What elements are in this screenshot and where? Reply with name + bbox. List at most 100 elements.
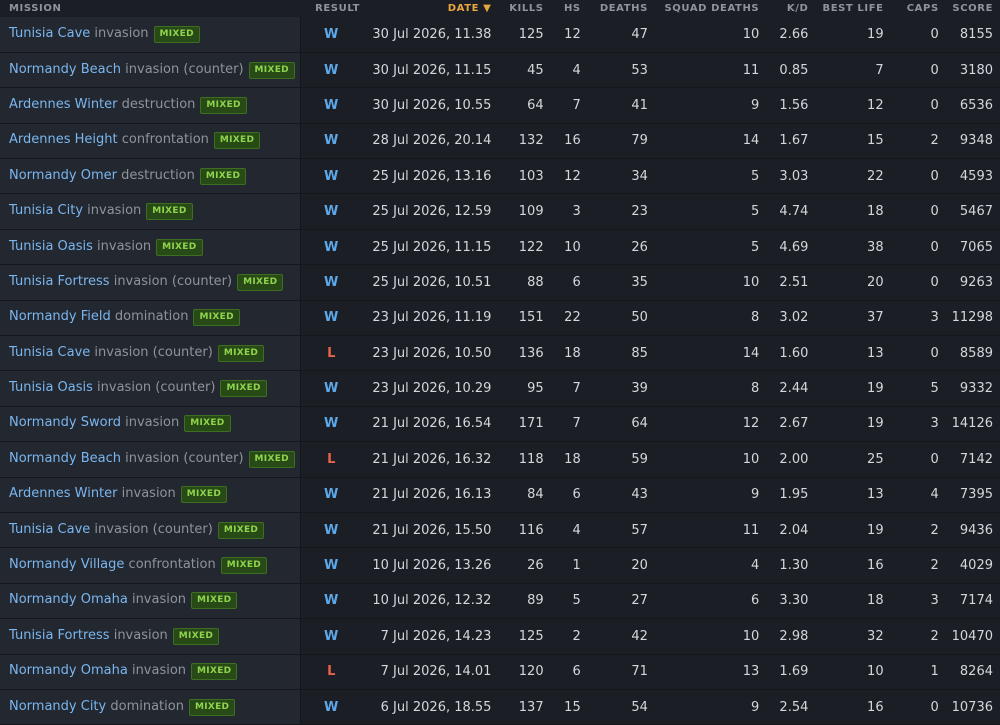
headshots-cell: 16 <box>543 123 581 160</box>
map-name-link[interactable]: Tunisia Fortress <box>9 628 110 643</box>
mission-cell: Normandy Omaha invasion MIXED <box>0 654 302 690</box>
kills-cell: 125 <box>491 17 544 53</box>
map-name-link[interactable]: Tunisia Oasis <box>9 239 93 254</box>
table-row[interactable]: Ardennes Winter destruction MIXED W 30 Jul … <box>0 87 1000 124</box>
score-cell: 10470 <box>938 618 1000 655</box>
column-header-hs[interactable]: HS <box>543 0 581 17</box>
map-name-link[interactable]: Normandy Sword <box>9 415 121 430</box>
column-header-kills[interactable]: KILLS <box>491 0 544 17</box>
column-header-best-life[interactable]: BEST LIFE <box>808 0 884 17</box>
column-header-squad-deaths[interactable]: SQUAD DEATHS <box>647 0 760 17</box>
mixed-badge: MIXED <box>220 557 268 575</box>
table-row[interactable]: Tunisia Cave invasion (counter) MIXED L 23 … <box>0 335 1000 372</box>
map-name-link[interactable]: Normandy Village <box>9 557 124 572</box>
table-header: MISSION RESULT DATE ▼ KILLS HS DEATHS SQ… <box>0 0 1000 17</box>
kills-cell: 116 <box>491 512 544 549</box>
mixed-badge: MIXED <box>217 521 265 539</box>
squad-deaths-cell: 11 <box>647 512 760 549</box>
mixed-badge: MIXED <box>200 96 247 114</box>
kills-cell: 45 <box>491 52 544 89</box>
kills-cell: 136 <box>491 335 544 372</box>
squad-deaths-cell: 10 <box>647 264 760 301</box>
result-cell: W <box>300 370 362 407</box>
kd-ratio-cell: 1.60 <box>759 335 809 372</box>
kills-cell: 120 <box>491 654 544 690</box>
kills-cell: 84 <box>491 477 544 513</box>
table-row[interactable]: Normandy Beach invasion (counter) MIXED W 3… <box>0 52 1000 89</box>
game-mode-label: domination <box>114 309 189 325</box>
headshots-cell: 12 <box>543 17 581 53</box>
map-name-link[interactable]: Normandy Omaha <box>9 592 128 607</box>
mission-cell: Tunisia Fortress invasion MIXED <box>0 618 302 655</box>
column-header-mission[interactable]: MISSION <box>0 0 301 17</box>
kd-ratio-cell: 0.85 <box>759 52 809 89</box>
table-row[interactable]: Normandy Omaha invasion MIXED L 7 Jul 2026,… <box>0 654 1000 690</box>
map-name-link[interactable]: Tunisia Cave <box>9 26 90 41</box>
kills-cell: 151 <box>491 300 544 337</box>
deaths-cell: 59 <box>580 441 648 478</box>
score-cell: 14126 <box>938 406 1000 443</box>
table-row[interactable]: Ardennes Height confrontation MIXED W 28 Ju… <box>0 123 1000 160</box>
map-name-link[interactable]: Tunisia City <box>9 203 83 218</box>
column-header-deaths[interactable]: DEATHS <box>580 0 648 17</box>
sort-descending-icon: ▼ <box>483 3 492 14</box>
mixed-badge: MIXED <box>248 61 295 79</box>
map-name-link[interactable]: Ardennes Height <box>9 132 118 147</box>
squad-deaths-cell: 8 <box>647 300 760 337</box>
deaths-cell: 42 <box>580 618 648 655</box>
kills-cell: 103 <box>491 158 544 195</box>
date-cell: 30 Jul 2026, 11.15 <box>361 52 492 89</box>
map-name-link[interactable]: Normandy City <box>9 699 106 714</box>
table-row[interactable]: Normandy Field domination MIXED W 23 Jul 20… <box>0 300 1000 337</box>
column-header-kd[interactable]: K/D <box>759 0 809 17</box>
map-name-link[interactable]: Normandy Beach <box>9 62 121 77</box>
caps-cell: 2 <box>883 547 939 584</box>
map-name-link[interactable]: Tunisia Oasis <box>9 380 93 395</box>
table-row[interactable]: Tunisia Fortress invasion MIXED W 7 Jul 202… <box>0 618 1000 655</box>
map-name-link[interactable]: Normandy Omer <box>9 168 117 183</box>
map-name-link[interactable]: Normandy Field <box>9 309 111 324</box>
squad-deaths-cell: 9 <box>647 477 760 513</box>
map-name-link[interactable]: Ardennes Winter <box>9 97 118 112</box>
column-header-score[interactable]: SCORE <box>938 0 1000 17</box>
table-row[interactable]: Tunisia City invasion MIXED W 25 Jul 2026, … <box>0 193 1000 230</box>
game-mode-label: invasion (counter) <box>113 273 233 289</box>
mission-cell: Normandy Village confrontation MIXED <box>0 547 302 584</box>
table-body: Tunisia Cave invasion MIXED W 30 Jul 2026, … <box>0 17 1000 725</box>
table-row[interactable]: Tunisia Oasis invasion (counter) MIXED W 23… <box>0 370 1000 407</box>
deaths-cell: 79 <box>580 123 648 160</box>
table-row[interactable]: Normandy City domination MIXED W 6 Jul 2026… <box>0 689 1000 725</box>
map-name-link[interactable]: Normandy Omaha <box>9 663 128 678</box>
table-row[interactable]: Normandy Sword invasion MIXED W 21 Jul 2026… <box>0 406 1000 443</box>
result-cell: W <box>300 87 362 124</box>
table-row[interactable]: Normandy Village confrontation MIXED W 10 J… <box>0 547 1000 584</box>
mission-cell: Tunisia Cave invasion (counter) MIXED <box>0 512 302 549</box>
column-header-date[interactable]: DATE ▼ <box>361 0 492 17</box>
table-row[interactable]: Normandy Beach invasion (counter) MIXED L 2… <box>0 441 1000 478</box>
map-name-link[interactable]: Ardennes Winter <box>9 486 118 501</box>
table-row[interactable]: Normandy Omaha invasion MIXED W 10 Jul 2026… <box>0 583 1000 620</box>
map-name-link[interactable]: Tunisia Fortress <box>9 274 110 289</box>
column-header-result[interactable]: RESULT <box>300 0 362 17</box>
map-name-link[interactable]: Tunisia Cave <box>9 522 90 537</box>
table-row[interactable]: Tunisia Cave invasion MIXED W 30 Jul 2026, … <box>0 17 1000 53</box>
headshots-cell: 6 <box>543 477 581 513</box>
table-row[interactable]: Ardennes Winter invasion MIXED W 21 Jul 202… <box>0 477 1000 513</box>
best-life-cell: 22 <box>808 158 884 195</box>
match-history-table: MISSION RESULT DATE ▼ KILLS HS DEATHS SQ… <box>0 0 1000 725</box>
mixed-badge: MIXED <box>146 203 193 221</box>
table-row[interactable]: Normandy Omer destruction MIXED W 25 Jul 20… <box>0 158 1000 195</box>
table-row[interactable]: Tunisia Fortress invasion (counter) MIXED… <box>0 264 1000 301</box>
kills-cell: 137 <box>491 689 544 725</box>
result-cell: W <box>300 689 362 725</box>
map-name-link[interactable]: Tunisia Cave <box>9 345 90 360</box>
deaths-cell: 85 <box>580 335 648 372</box>
column-header-caps[interactable]: CAPS <box>883 0 939 17</box>
mission-cell: Normandy Beach invasion (counter) MIXED <box>0 52 302 89</box>
map-name-link[interactable]: Normandy Beach <box>9 451 121 466</box>
table-row[interactable]: Tunisia Cave invasion (counter) MIXED W 21 … <box>0 512 1000 549</box>
table-row[interactable]: Tunisia Oasis invasion MIXED W 25 Jul 2026,… <box>0 229 1000 266</box>
mixed-badge: MIXED <box>237 273 284 291</box>
best-life-cell: 16 <box>808 547 884 584</box>
kd-ratio-cell: 1.95 <box>759 477 809 513</box>
